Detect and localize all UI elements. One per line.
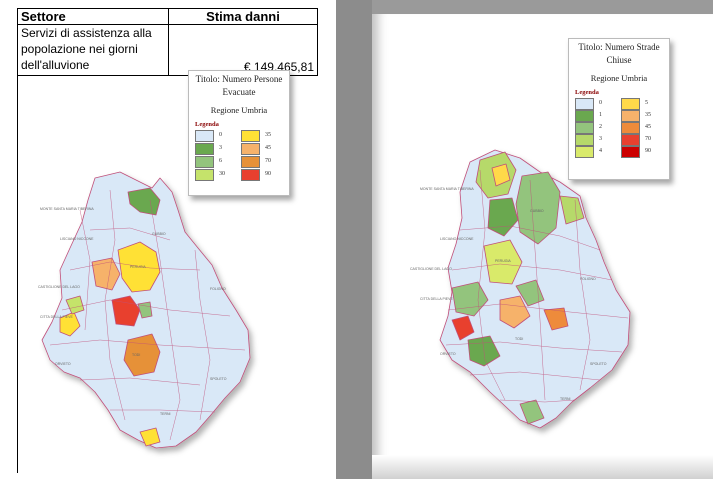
legend-region: Regione Umbria — [590, 73, 648, 83]
legend-swatch — [575, 98, 594, 110]
svg-text:GUBBIO: GUBBIO — [530, 209, 544, 213]
legend-value: 35 — [645, 112, 651, 118]
svg-text:PERUGIA: PERUGIA — [130, 265, 146, 269]
legend-value: 0 — [219, 132, 222, 138]
svg-text:TERNI: TERNI — [560, 397, 571, 401]
legend-swatch — [621, 122, 640, 134]
legend-swatch — [195, 169, 214, 181]
svg-text:SPOLETO: SPOLETO — [210, 377, 227, 381]
legend-value: 90 — [645, 148, 651, 154]
right-document-page: MONTE SANTA MARIA TIBERINA LISCIANO NICCO… — [372, 14, 713, 479]
legend-value: 3 — [599, 136, 602, 142]
legend-value: 6 — [219, 158, 222, 164]
svg-text:FOLIGNO: FOLIGNO — [210, 287, 226, 291]
legend-title-line1: Titolo: Numero Persone — [195, 74, 283, 84]
svg-text:ORVIETO: ORVIETO — [55, 362, 71, 366]
legend-swatch — [195, 143, 214, 155]
legend-heading: Legenda — [195, 121, 219, 128]
viewer-top-strip — [372, 0, 713, 14]
legend-swatch — [195, 130, 214, 142]
page-bottom-shadow — [372, 455, 713, 479]
svg-text:TERNI: TERNI — [160, 412, 171, 416]
svg-text:CASTIGLIONE DEL LAGO: CASTIGLIONE DEL LAGO — [38, 285, 80, 289]
legend-swatch — [575, 122, 594, 134]
legend-value: 1 — [599, 112, 602, 118]
legend-swatch — [621, 146, 640, 158]
svg-text:LISCIANO NICCONE: LISCIANO NICCONE — [60, 237, 94, 241]
legend-value: 3 — [219, 145, 222, 151]
svg-text:CITTA DELLA PIEVE: CITTA DELLA PIEVE — [420, 297, 453, 301]
legend-swatch — [241, 156, 260, 168]
svg-text:GUBBIO: GUBBIO — [152, 232, 166, 236]
legend-swatch — [195, 156, 214, 168]
legend-swatch — [575, 146, 594, 158]
legend-region: Regione Umbria — [210, 105, 268, 115]
legend-value: 90 — [265, 171, 271, 177]
svg-text:ORVIETO: ORVIETO — [440, 352, 456, 356]
legend-value: 45 — [645, 124, 651, 130]
legend-value: 4 — [599, 148, 602, 154]
viewer-gap — [336, 0, 372, 479]
svg-text:CITTA DELLA PIEVE: CITTA DELLA PIEVE — [40, 315, 73, 319]
legend-value: 70 — [265, 158, 271, 164]
legend-swatch — [575, 134, 594, 146]
svg-text:FOLIGNO: FOLIGNO — [580, 277, 596, 281]
svg-text:TODI: TODI — [515, 337, 523, 341]
legend-swatch — [241, 143, 260, 155]
right-map-legend: Titolo: Numero Strade Chiuse Regione Umb… — [568, 38, 670, 180]
legend-title-line1: Titolo: Numero Strade — [578, 42, 660, 52]
svg-text:LISCIANO NICCONE: LISCIANO NICCONE — [440, 237, 474, 241]
legend-swatch — [241, 169, 260, 181]
svg-text:MONTE SANTA MARIA TIBERINA: MONTE SANTA MARIA TIBERINA — [420, 187, 474, 191]
left-map-legend: Titolo: Numero Persone Evacuate Regione … — [188, 70, 290, 196]
legend-value: 30 — [219, 171, 225, 177]
legend-heading: Legenda — [575, 89, 599, 96]
legend-swatch — [621, 110, 640, 122]
legend-title-line2: Evacuate — [222, 87, 256, 97]
legend-value: 0 — [599, 100, 602, 106]
legend-swatch — [621, 98, 640, 110]
legend-value: 45 — [265, 145, 271, 151]
legend-value: 70 — [645, 136, 651, 142]
legend-title-line2: Chiuse — [606, 55, 632, 65]
svg-text:MONTE SANTA MARIA TIBERINA: MONTE SANTA MARIA TIBERINA — [40, 207, 94, 211]
legend-value: 5 — [645, 100, 648, 106]
svg-text:SPOLETO: SPOLETO — [590, 362, 607, 366]
legend-swatch — [575, 110, 594, 122]
legend-swatch — [241, 130, 260, 142]
legend-value: 35 — [265, 132, 271, 138]
svg-text:CASTIGLIONE DEL LAGO: CASTIGLIONE DEL LAGO — [410, 267, 452, 271]
svg-text:PERUGIA: PERUGIA — [495, 259, 511, 263]
svg-text:TODI: TODI — [132, 353, 140, 357]
left-document-page: Settore Stima danni Servizi di assistenz… — [0, 0, 336, 479]
legend-swatch — [621, 134, 640, 146]
legend-value: 2 — [599, 124, 602, 130]
